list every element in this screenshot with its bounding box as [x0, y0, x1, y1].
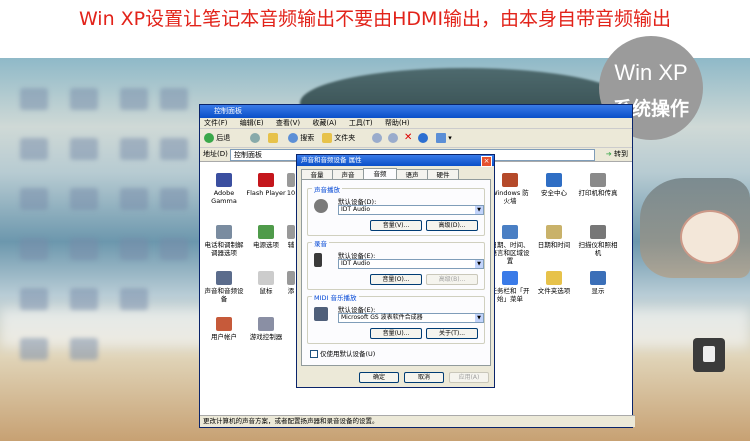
- copy-to-button[interactable]: [388, 132, 398, 144]
- folder-icon: [546, 271, 562, 285]
- views-button[interactable]: ▾: [436, 132, 452, 144]
- cp-item-game-controllers[interactable]: 游戏控制器: [244, 317, 288, 341]
- cp-item-user-accounts[interactable]: 用户帐户: [202, 317, 246, 341]
- microphone-icon: [314, 253, 322, 267]
- undo-button[interactable]: [418, 132, 428, 144]
- menu-help[interactable]: 帮助(H): [385, 119, 410, 127]
- gamepad-icon: [258, 317, 274, 331]
- usb-icon: [693, 338, 725, 372]
- display-icon: [590, 271, 606, 285]
- banner-title: Win XP设置让笔记本音频输出不要由HDMI输出，由本身自带音频输出: [78, 8, 672, 30]
- recording-device-select[interactable]: IDT Audio ▼: [338, 259, 484, 269]
- back-button[interactable]: 后退: [204, 132, 230, 144]
- menu-bar: 文件(F) 编辑(E) 查看(V) 收藏(A) 工具(T) 帮助(H): [200, 118, 632, 129]
- midi-group-label: MIDI 音乐播放: [312, 292, 359, 302]
- playback-device-select[interactable]: IDT Audio ▼: [338, 205, 484, 215]
- blurred-desktop-icons: [0, 58, 200, 441]
- cp-item-display[interactable]: 显示: [576, 271, 620, 295]
- mascot-tag-icon: [680, 210, 740, 264]
- applet-icon: [287, 173, 295, 187]
- midi-volume-button[interactable]: 音量(U)...: [370, 328, 422, 339]
- monitor-icon: [216, 173, 232, 187]
- playback-volume-button[interactable]: 音量(V)...: [370, 220, 422, 231]
- back-arrow-icon: [204, 133, 214, 143]
- playback-group: 声音播放 默认设备(D): IDT Audio ▼ 音量(V)... 高级(D).…: [307, 184, 485, 236]
- search-button[interactable]: 搜索: [288, 132, 314, 144]
- forward-button[interactable]: [250, 132, 260, 144]
- taskbar-icon: [502, 271, 518, 285]
- folders-button[interactable]: 文件夹: [322, 132, 355, 144]
- close-icon[interactable]: ×: [481, 156, 492, 167]
- flash-icon: [258, 173, 274, 187]
- applet-icon: [287, 271, 295, 285]
- cp-item-security-center[interactable]: 安全中心: [532, 173, 576, 197]
- speaker-icon: [314, 199, 328, 213]
- apply-button: 应用(A): [449, 372, 489, 383]
- cp-item-flash-player[interactable]: Flash Player: [244, 173, 288, 197]
- cp-item-folder-options[interactable]: 文件夹选项: [532, 271, 576, 295]
- cp-item-mouse[interactable]: 鼠标: [244, 271, 288, 295]
- camera-icon: [590, 225, 606, 239]
- recording-advanced-button: 高级(B)...: [426, 274, 478, 285]
- audio-tab-panel: 声音播放 默认设备(D): IDT Audio ▼ 音量(V)... 高级(D).…: [301, 179, 491, 366]
- globe-icon: [502, 225, 518, 239]
- sound-properties-dialog: 声音和音频设备 属性 × 音量 声音 音频 语声 硬件 声音播放 默认设备(D)…: [296, 154, 495, 388]
- status-bar: 更改计算机的声音方案，或者配置扬声器和录音设备的设置。: [200, 415, 635, 427]
- shield-icon: [546, 173, 562, 187]
- clock-icon: [546, 225, 562, 239]
- printer-icon: [590, 173, 606, 187]
- use-default-only-checkbox[interactable]: 仅使用默认设备(U): [310, 348, 375, 358]
- midi-icon: [314, 307, 328, 321]
- forward-arrow-icon: [250, 133, 260, 143]
- dialog-title: 声音和音频设备 属性: [297, 155, 494, 166]
- folders-icon: [322, 133, 332, 143]
- speaker-icon: [216, 271, 232, 285]
- menu-view[interactable]: 查看(V): [276, 119, 300, 127]
- menu-tools[interactable]: 工具(T): [349, 119, 373, 127]
- recording-volume-button[interactable]: 音量(O)...: [370, 274, 422, 285]
- midi-device-select[interactable]: Microsoft GS 波表软件合成器 ▼: [338, 313, 484, 323]
- midi-group: MIDI 音乐播放 默认设备(E): Microsoft GS 波表软件合成器 ▼…: [307, 292, 485, 344]
- cp-item-date-time[interactable]: 日期和时间: [532, 225, 576, 249]
- playback-advanced-button[interactable]: 高级(D)...: [426, 220, 478, 231]
- phone-icon: [216, 225, 232, 239]
- power-icon: [258, 225, 274, 239]
- applet-icon: [287, 225, 295, 239]
- delete-icon[interactable]: ✕: [404, 132, 412, 144]
- move-icon: [372, 133, 382, 143]
- menu-edit[interactable]: 编辑(E): [240, 119, 264, 127]
- menu-favorites[interactable]: 收藏(A): [312, 119, 336, 127]
- badge-line1: Win XP: [614, 60, 688, 85]
- cp-item-power[interactable]: 电源选项: [244, 225, 288, 249]
- firewall-icon: [502, 173, 518, 187]
- mouse-icon: [258, 271, 274, 285]
- up-button[interactable]: [268, 132, 278, 144]
- move-to-button[interactable]: [372, 132, 382, 144]
- cancel-button[interactable]: 取消: [404, 372, 444, 383]
- views-icon: [436, 133, 446, 143]
- recording-group: 录音 默认设备(E): IDT Audio ▼ 音量(O)... 高级(B)...: [307, 238, 485, 290]
- menu-file[interactable]: 文件(F): [204, 119, 228, 127]
- cp-item-sounds[interactable]: 声音和音频设备: [202, 271, 246, 303]
- copy-icon: [388, 133, 398, 143]
- search-icon: [288, 133, 298, 143]
- playback-group-label: 声音播放: [312, 184, 342, 194]
- midi-about-button[interactable]: 关于(T)...: [426, 328, 478, 339]
- cp-item-adobe-gamma[interactable]: Adobe Gamma: [202, 173, 246, 205]
- address-label: 地址(D): [203, 150, 228, 158]
- window-title: 控制面板: [200, 105, 632, 118]
- cp-item-scanners[interactable]: 扫描仪和照相机: [576, 225, 620, 257]
- undo-icon: [418, 133, 428, 143]
- cp-item-phone-modem[interactable]: 电话和调制解调器选项: [202, 225, 246, 257]
- ok-button[interactable]: 确定: [359, 372, 399, 383]
- folder-up-icon: [268, 133, 278, 143]
- toolbar: 后退 搜索 文件夹 ✕ ▾: [200, 129, 632, 148]
- recording-group-label: 录音: [312, 238, 329, 248]
- users-icon: [216, 317, 232, 331]
- cp-item-printers[interactable]: 打印机和传真: [576, 173, 620, 197]
